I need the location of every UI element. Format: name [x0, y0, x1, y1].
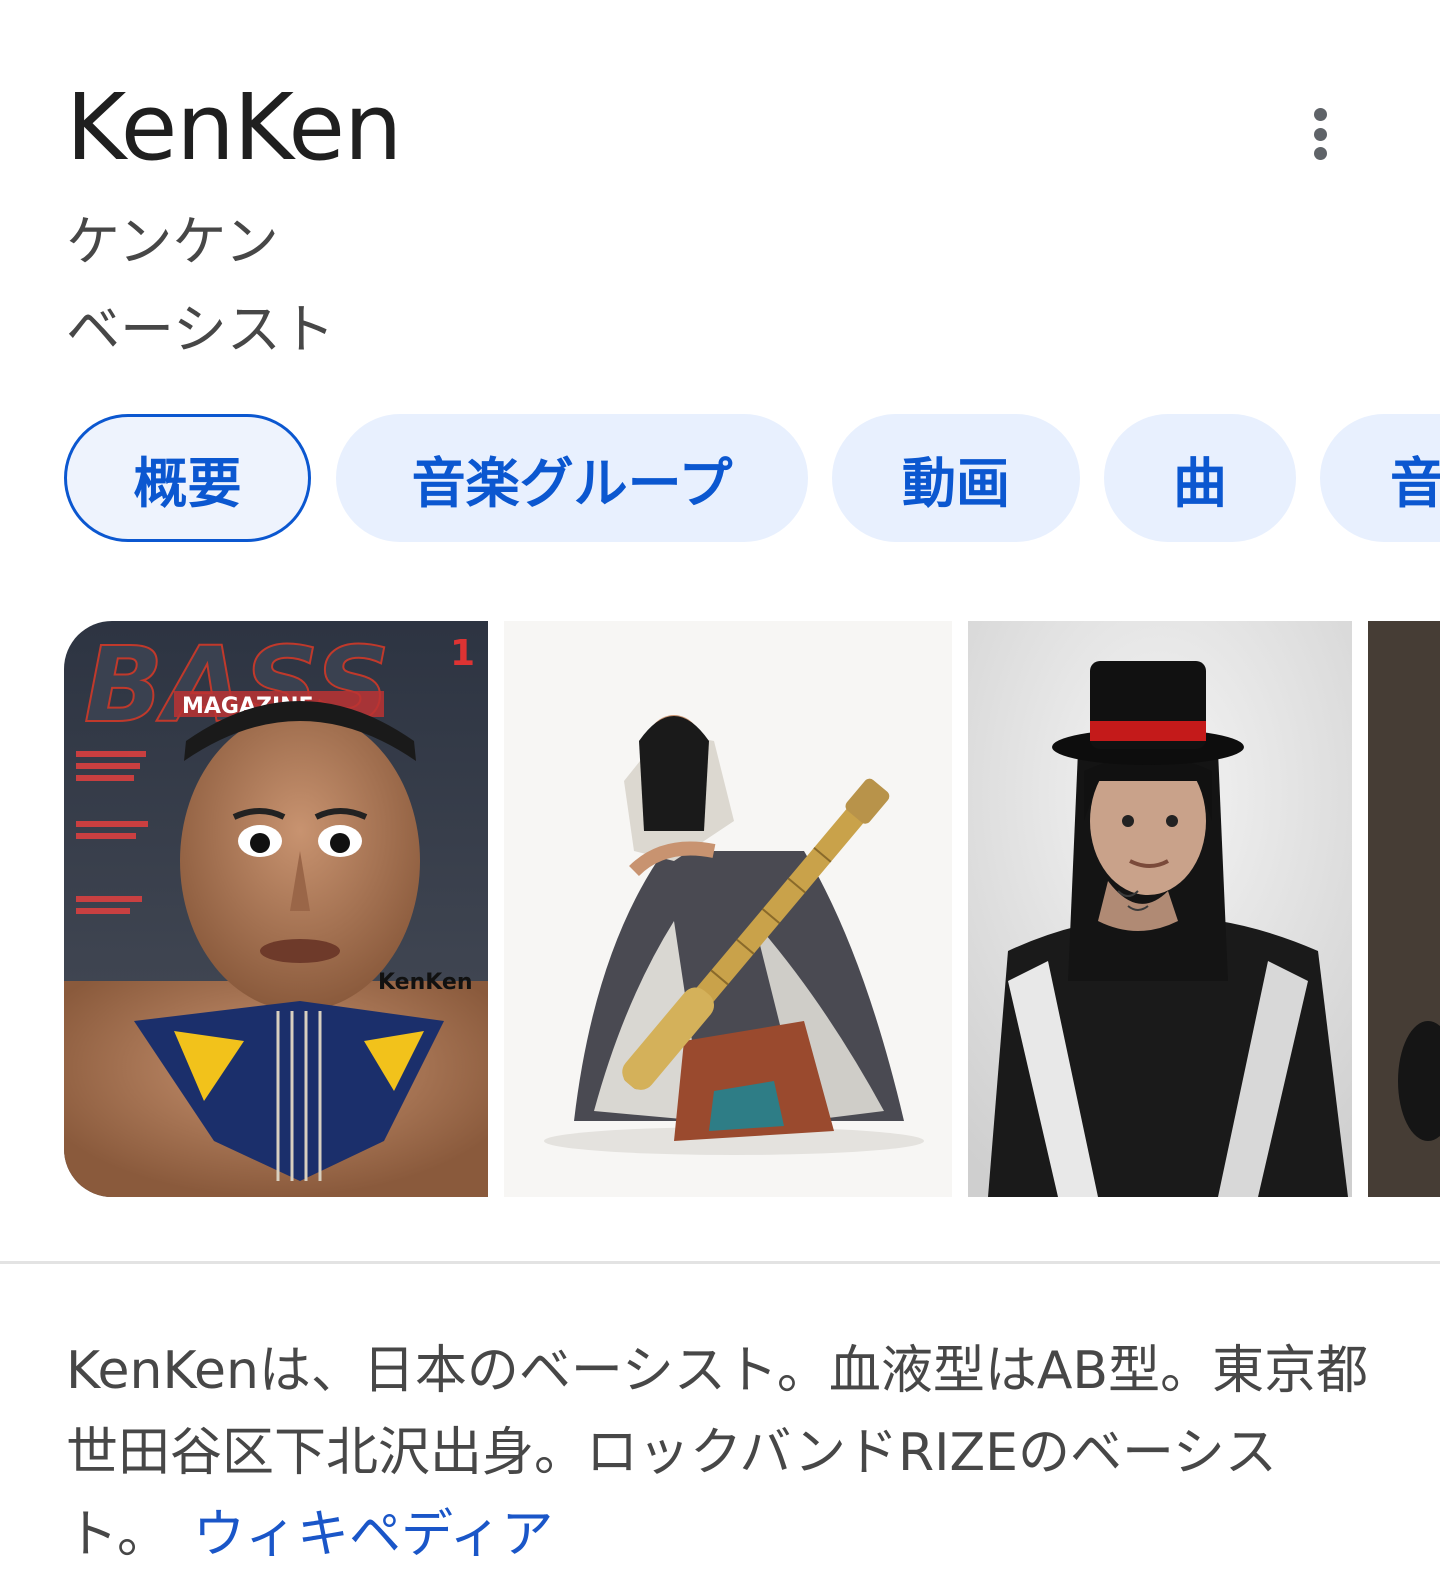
image-magazine-cover[interactable]: BASS MAGAZINE 1 KenKen: [64, 621, 488, 1197]
issue-number: 1: [450, 633, 475, 674]
kebab-dot: [1313, 127, 1327, 141]
chip-overview[interactable]: 概要: [64, 414, 311, 542]
kebab-dot: [1313, 147, 1327, 160]
cover-name: KenKen: [378, 970, 473, 995]
section-divider: [0, 1261, 1440, 1264]
entity-title: KenKen: [66, 74, 402, 181]
wikipedia-link[interactable]: ウィキペディア: [193, 1505, 553, 1565]
image-top-hat-portrait[interactable]: [968, 621, 1352, 1197]
chip-row: 概要 音楽グループ 動画 曲 音: [64, 414, 1440, 542]
image-carousel: BASS MAGAZINE 1 KenKen: [64, 621, 1440, 1197]
image-bassist-kimono[interactable]: [504, 621, 952, 1197]
chip-videos[interactable]: 動画: [832, 414, 1080, 542]
chip-audio[interactable]: 音: [1320, 414, 1440, 542]
entity-reading: ケンケン: [66, 210, 279, 273]
chip-songs[interactable]: 曲: [1104, 414, 1296, 542]
more-vert-icon[interactable]: [1296, 104, 1344, 164]
entity-occupation: ベーシスト: [66, 298, 335, 361]
kebab-dot: [1313, 108, 1327, 121]
entity-description: KenKenは、日本のベーシスト。血液型はAB型。東京都世田谷区下北沢出身。ロッ…: [66, 1330, 1376, 1576]
image-partial-dark[interactable]: [1368, 621, 1440, 1197]
chip-music-group[interactable]: 音楽グループ: [336, 414, 808, 542]
entity-header: KenKen ケンケン ベーシスト: [66, 78, 1366, 374]
